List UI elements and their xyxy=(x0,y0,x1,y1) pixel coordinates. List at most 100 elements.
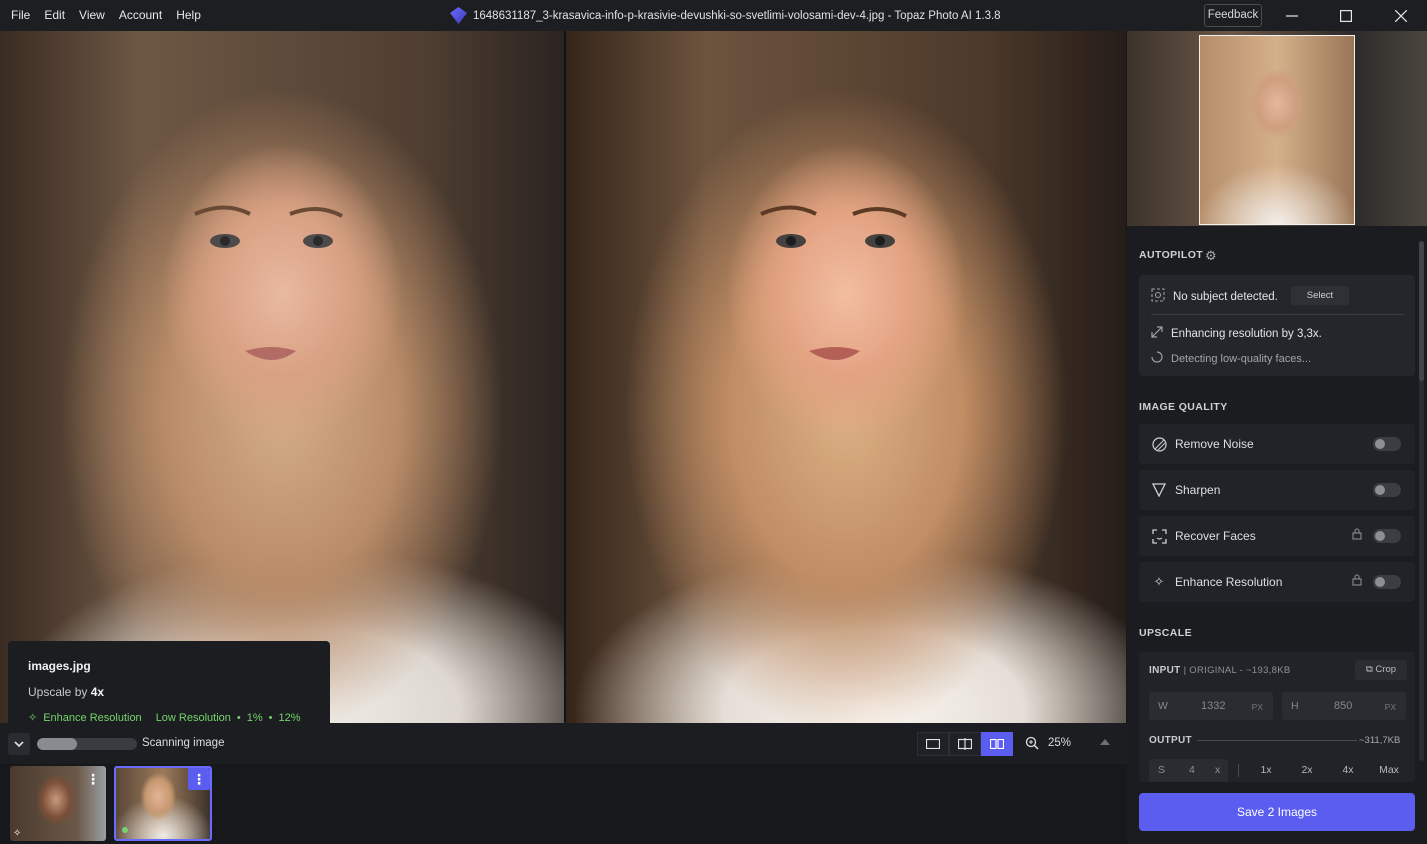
scale-1x-button[interactable]: 1x xyxy=(1250,759,1282,782)
sparkle-icon: ✧ xyxy=(1153,574,1165,589)
scan-progress-fill xyxy=(37,738,77,750)
enhancing-status: Enhancing resolution by 3,3x. xyxy=(1171,327,1322,340)
chevron-down-icon[interactable] xyxy=(8,733,30,755)
scan-status: Scanning image xyxy=(142,737,225,749)
recover-faces-icon xyxy=(1151,528,1167,544)
scale-4x-button[interactable]: 4x xyxy=(1332,759,1364,782)
input-title: INPUT xyxy=(1149,665,1181,676)
crop-button[interactable]: ⧉ Crop xyxy=(1355,660,1407,680)
menu-help[interactable]: Help xyxy=(169,0,208,31)
title-bar: File Edit View Account Help 1648631187_3… xyxy=(0,0,1427,31)
output-label: OUTPUT xyxy=(1149,735,1192,746)
gear-icon[interactable]: ⚙ xyxy=(1205,248,1217,264)
more-vertical-icon[interactable]: ⋮ xyxy=(188,768,210,790)
single-view-icon[interactable] xyxy=(917,732,949,756)
original-image-pane[interactable]: images.jpg Upscale by 4x ✧ Enhance Resol… xyxy=(0,31,564,723)
thumbnail-image-2[interactable]: ⋮ xyxy=(114,766,212,841)
zoom-caret-icon[interactable] xyxy=(1100,739,1110,745)
view-mode-group xyxy=(917,732,1013,756)
save-images-button[interactable]: Save 2 Images xyxy=(1139,793,1415,831)
scale-value: 4 xyxy=(1189,764,1195,776)
scale-letter: S xyxy=(1158,764,1166,776)
lock-icon xyxy=(1352,574,1362,589)
width-letter: W xyxy=(1158,700,1168,712)
input-label: INPUT | ORIGINAL - ~193,8KB xyxy=(1149,665,1290,676)
remove-noise-row[interactable]: Remove Noise xyxy=(1139,424,1415,464)
menu-bar: File Edit View Account Help xyxy=(0,0,208,31)
portrait-illustration xyxy=(194,205,343,360)
separator-dot: • xyxy=(268,711,273,724)
scale-max-button[interactable]: Max xyxy=(1373,759,1405,782)
scale-2x-button[interactable]: 2x xyxy=(1291,759,1323,782)
recover-faces-toggle[interactable] xyxy=(1373,529,1401,543)
width-field[interactable]: W 1332 PX xyxy=(1149,692,1273,720)
original-photo xyxy=(0,31,564,723)
preview-photo xyxy=(566,31,1126,723)
sharpen-label: Sharpen xyxy=(1175,483,1221,497)
image-strip: ⋮ ✧ ⋮ xyxy=(0,764,1127,844)
expand-arrows-icon xyxy=(1151,326,1163,341)
subject-status: No subject detected. xyxy=(1173,290,1278,303)
zoom-level[interactable]: 25% xyxy=(1048,737,1071,749)
panel-scrollbar-thumb[interactable] xyxy=(1419,241,1424,381)
image-quality-heading: IMAGE QUALITY xyxy=(1139,401,1228,413)
minimize-icon[interactable] xyxy=(1269,0,1315,31)
lock-icon xyxy=(1352,528,1362,543)
upscale-prefix: Upscale by xyxy=(28,685,88,699)
window-title: 1648631187_3-krasavica-info-p-krasivie-d… xyxy=(450,0,1001,31)
preview-image-pane[interactable] xyxy=(566,31,1126,723)
sharpen-row[interactable]: Sharpen xyxy=(1139,470,1415,510)
menu-file[interactable]: File xyxy=(4,0,37,31)
autopilot-heading: AUTOPILOT xyxy=(1139,249,1204,261)
autopilot-card: No subject detected. Select Enhancing re… xyxy=(1139,275,1415,376)
separator-dot: • xyxy=(236,711,241,724)
panel-scrollbar[interactable] xyxy=(1419,241,1424,761)
output-size: ~311,7KB xyxy=(1359,735,1401,746)
navigator-viewport[interactable] xyxy=(1199,35,1355,225)
height-letter: H xyxy=(1291,700,1299,712)
height-unit: PX xyxy=(1384,702,1396,712)
width-unit: PX xyxy=(1251,702,1263,712)
side-by-side-view-icon[interactable] xyxy=(981,732,1013,756)
enhance-resolution-label: Enhance Resolution xyxy=(1175,575,1283,589)
scan-progress-bar xyxy=(37,738,137,750)
select-subject-button[interactable]: Select xyxy=(1291,286,1349,305)
subject-detect-icon xyxy=(1151,288,1165,305)
remove-noise-toggle[interactable] xyxy=(1373,437,1401,451)
recover-faces-label: Recover Faces xyxy=(1175,529,1256,543)
feedback-button[interactable]: Feedback xyxy=(1204,4,1262,27)
bottom-toolbar: Scanning image 25% xyxy=(0,723,1127,764)
tag-percent-1: 1% xyxy=(246,711,263,724)
enhance-resolution-toggle[interactable] xyxy=(1373,575,1401,589)
remove-noise-icon xyxy=(1151,436,1167,452)
recover-faces-row[interactable]: Recover Faces xyxy=(1139,516,1415,556)
more-vertical-icon[interactable]: ⋮ xyxy=(82,768,104,790)
menu-edit[interactable]: Edit xyxy=(37,0,72,31)
enhance-resolution-row[interactable]: ✧ Enhance Resolution xyxy=(1139,562,1415,602)
menu-view[interactable]: View xyxy=(72,0,112,31)
height-field[interactable]: H 850 PX xyxy=(1282,692,1406,720)
sparkle-icon: ✧ xyxy=(28,712,38,723)
input-meta: | ORIGINAL - ~193,8KB xyxy=(1183,665,1291,676)
topaz-logo-icon xyxy=(450,7,467,24)
scale-field[interactable]: S 4 x xyxy=(1149,759,1228,782)
thumbnail-image-1[interactable]: ⋮ ✧ xyxy=(10,766,106,841)
window-title-text: 1648631187_3-krasavica-info-p-krasivie-d… xyxy=(473,9,1001,22)
detecting-row: Detecting low-quality faces... xyxy=(1151,351,1311,366)
menu-account[interactable]: Account xyxy=(112,0,169,31)
model-tags: ✧ Enhance Resolution Low Resolution • 1%… xyxy=(28,711,310,724)
divider xyxy=(1151,314,1405,315)
navigator-preview[interactable] xyxy=(1127,31,1427,226)
sharpen-toggle[interactable] xyxy=(1373,483,1401,497)
split-view-icon[interactable] xyxy=(949,732,981,756)
upscale-value: 4x xyxy=(90,685,105,699)
model-name: Enhance Resolution xyxy=(43,711,142,724)
zoom-icon[interactable] xyxy=(1025,736,1039,753)
width-value: 1332 xyxy=(1201,700,1226,712)
maximize-icon[interactable] xyxy=(1323,0,1369,31)
model-tag: Low Resolution xyxy=(155,711,231,724)
close-icon[interactable] xyxy=(1378,0,1424,31)
upscale-card: INPUT | ORIGINAL - ~193,8KB ⧉ Crop W 133… xyxy=(1139,652,1415,782)
crop-label: Crop xyxy=(1375,664,1397,675)
output-divider xyxy=(1197,740,1357,741)
